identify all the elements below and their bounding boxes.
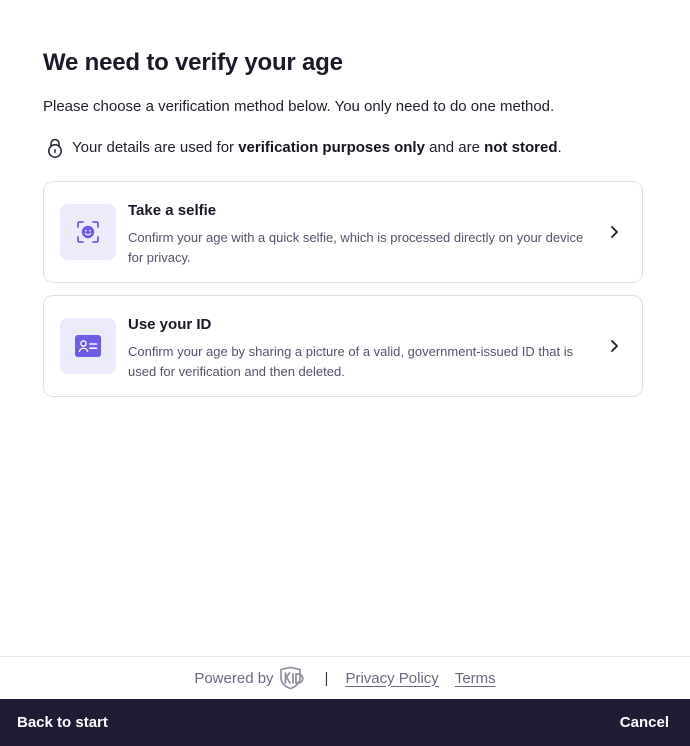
age-verification-page: We need to verify your age Please choose… (0, 0, 690, 746)
privacy-note-text: Your details are used for verification p… (72, 138, 562, 158)
id-card-text: Use your ID Confirm your age by sharing … (128, 316, 598, 382)
terms-link[interactable]: Terms (455, 670, 496, 687)
cancel-button[interactable]: Cancel (620, 714, 669, 731)
privacy-text-2: and are (424, 139, 485, 156)
selfie-icon-tile (60, 204, 116, 260)
id-icon-tile (60, 318, 116, 374)
page-subtitle: Please choose a verification method belo… (43, 98, 555, 115)
privacy-note: Your details are used for verification p… (43, 137, 643, 159)
back-to-start-button[interactable]: Back to start (17, 714, 108, 731)
selfie-card-description: Confirm your age with a quick selfie, wh… (128, 230, 584, 265)
privacy-text-3: . (557, 139, 562, 156)
selfie-card-text: Take a selfie Confirm your age with a qu… (128, 202, 598, 268)
chevron-right-icon (606, 224, 622, 240)
page-title: We need to verify your age (43, 49, 343, 76)
chevron-right-icon (606, 338, 622, 354)
footer-separator: | (324, 669, 329, 687)
bottom-nav-bar: Back to start Cancel (0, 699, 690, 746)
footer-bar: Powered by | Privacy Policy Terms (0, 656, 690, 699)
privacy-policy-link[interactable]: Privacy Policy (345, 670, 438, 687)
id-card-description: Confirm your age by sharing a picture of… (128, 344, 574, 379)
id-card-icon (75, 335, 101, 357)
face-scan-icon (76, 220, 100, 244)
id-card-title: Use your ID (128, 316, 212, 333)
privacy-text-bold-2: not stored (484, 139, 558, 156)
powered-by-label: Powered by (194, 669, 274, 687)
kid-logo-icon (277, 666, 307, 690)
selfie-card-title: Take a selfie (128, 202, 217, 219)
main-content: We need to verify your age Please choose… (43, 48, 643, 397)
powered-by: Powered by (194, 666, 306, 690)
privacy-text-bold-1: verification purposes only (238, 139, 425, 156)
privacy-text-1: Your details are used for (72, 139, 239, 156)
id-method-card[interactable]: Use your ID Confirm your age by sharing … (43, 295, 643, 397)
selfie-method-card[interactable]: Take a selfie Confirm your age with a qu… (43, 181, 643, 283)
lock-icon (44, 137, 66, 159)
